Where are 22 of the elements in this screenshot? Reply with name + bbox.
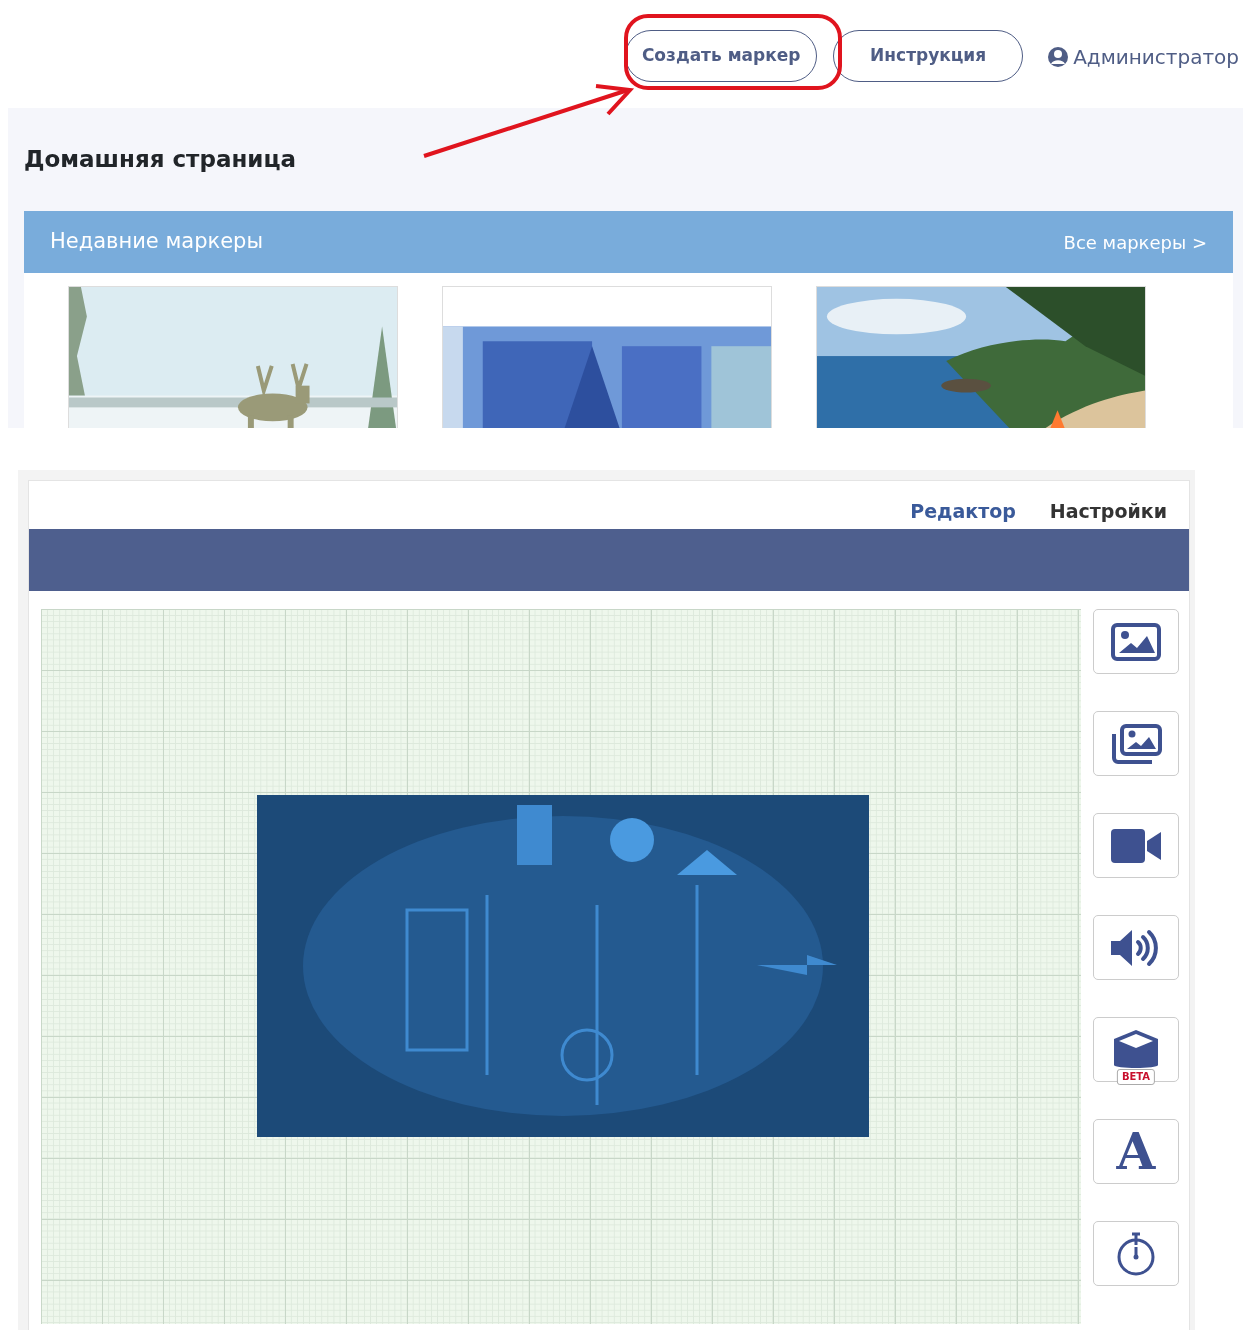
speaker-icon: [1111, 927, 1161, 968]
add-timer-button[interactable]: [1093, 1221, 1179, 1286]
video-camera-icon: [1111, 828, 1161, 863]
user-icon: [1047, 46, 1070, 68]
images-icon: [1110, 723, 1162, 764]
page-title: Домашняя страница: [24, 146, 296, 174]
image-icon: [1111, 622, 1161, 661]
add-video-button[interactable]: [1093, 813, 1179, 878]
add-gallery-button[interactable]: [1093, 711, 1179, 776]
add-model-button[interactable]: BETA: [1093, 1017, 1179, 1082]
add-audio-button[interactable]: [1093, 915, 1179, 980]
settings-tab[interactable]: Настройки: [1049, 481, 1167, 529]
section-title: Недавние маркеры: [50, 228, 263, 256]
beta-badge: BETA: [1116, 1069, 1156, 1085]
instructions-button[interactable]: Инструкция: [833, 30, 1024, 82]
create-marker-button[interactable]: Создать маркер: [625, 30, 818, 82]
editor-tab[interactable]: Редактор: [910, 481, 1016, 529]
stopwatch-icon: [1116, 1230, 1156, 1277]
add-text-button[interactable]: A: [1093, 1119, 1179, 1184]
letter-icon: A: [1116, 1126, 1156, 1177]
add-image-button[interactable]: [1093, 609, 1179, 674]
user-link[interactable]: Администратор: [1073, 42, 1239, 72]
